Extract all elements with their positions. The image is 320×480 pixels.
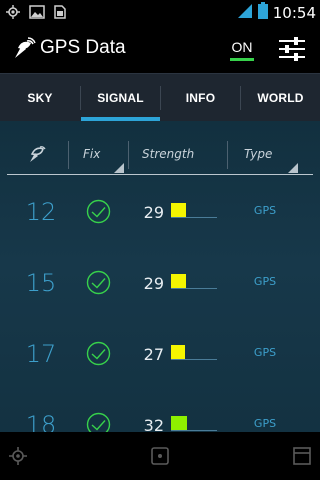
header-strength: Strength — [142, 147, 195, 161]
table-row[interactable]: 17 27 GPS — [0, 340, 320, 411]
satellite-icon[interactable] — [28, 144, 48, 168]
status-bar: 10:54 — [0, 0, 320, 25]
snr-bar-baseline — [171, 217, 217, 218]
toggle-underline — [230, 58, 254, 61]
satellite-prn: 17 — [25, 340, 57, 368]
satellite-prn: 15 — [25, 269, 57, 297]
table-row[interactable]: 15 29 GPS — [0, 269, 320, 340]
satellite-type: GPS — [253, 417, 277, 430]
snr-bar — [171, 345, 217, 360]
navigation-bar — [0, 432, 320, 480]
clock: 10:54 — [272, 3, 316, 22]
tab-signal[interactable]: SIGNAL — [81, 74, 160, 122]
action-bar: GPS Data ON — [0, 25, 320, 73]
snr-bar-fill — [171, 203, 186, 217]
snr-bar-baseline — [171, 430, 217, 431]
sliders-icon[interactable] — [278, 36, 306, 62]
snr-value: 27 — [143, 345, 164, 364]
check-circle-icon — [86, 270, 111, 295]
signal-icon — [237, 3, 253, 23]
header-divider — [227, 141, 228, 169]
battery-icon — [257, 2, 268, 23]
satellite-type: GPS — [253, 275, 277, 288]
recents-icon[interactable] — [290, 444, 314, 468]
gps-on-toggle[interactable]: ON — [230, 39, 254, 61]
check-circle-icon — [86, 341, 111, 366]
gps-icon — [6, 4, 20, 23]
tab-bar: SKY SIGNAL INFO WORLD — [0, 73, 320, 122]
image-icon — [29, 4, 45, 23]
check-circle-icon — [86, 199, 111, 224]
satellite-type: GPS — [253, 204, 277, 217]
tab-info[interactable]: INFO — [161, 74, 240, 122]
header-divider — [68, 141, 69, 169]
notification-icons — [6, 4, 66, 23]
snr-bar — [171, 203, 217, 218]
header-fix[interactable]: Fix — [83, 133, 133, 175]
snr-bar-fill — [171, 416, 187, 430]
type-sort-indicator — [288, 163, 298, 173]
table-header: Fix Strength Type — [7, 133, 313, 175]
signal-panel: Fix Strength Type 12 29 GPS 15 29 GPS 17… — [0, 121, 320, 480]
snr-bar-baseline — [171, 288, 217, 289]
home-icon[interactable] — [148, 444, 172, 468]
snr-bar — [171, 416, 217, 431]
app-title: GPS Data — [40, 37, 126, 58]
fix-sort-indicator — [114, 163, 124, 173]
snr-bar — [171, 274, 217, 289]
snr-value: 29 — [143, 203, 164, 222]
back-icon[interactable] — [6, 444, 30, 468]
tab-world[interactable]: WORLD — [241, 74, 320, 122]
header-type[interactable]: Type — [244, 133, 284, 175]
tab-sky[interactable]: SKY — [0, 74, 80, 122]
snr-bar-fill — [171, 345, 185, 359]
satellite-type: GPS — [253, 346, 277, 359]
snr-bar-baseline — [171, 359, 217, 360]
satellite-prn: 12 — [25, 198, 57, 226]
snr-value: 29 — [143, 274, 164, 293]
toggle-label: ON — [231, 39, 253, 55]
satellite-dish-icon[interactable] — [12, 37, 36, 61]
table-row[interactable]: 12 29 GPS — [0, 198, 320, 269]
header-divider — [128, 141, 129, 169]
snr-bar-fill — [171, 274, 186, 288]
sim-icon — [54, 4, 66, 23]
